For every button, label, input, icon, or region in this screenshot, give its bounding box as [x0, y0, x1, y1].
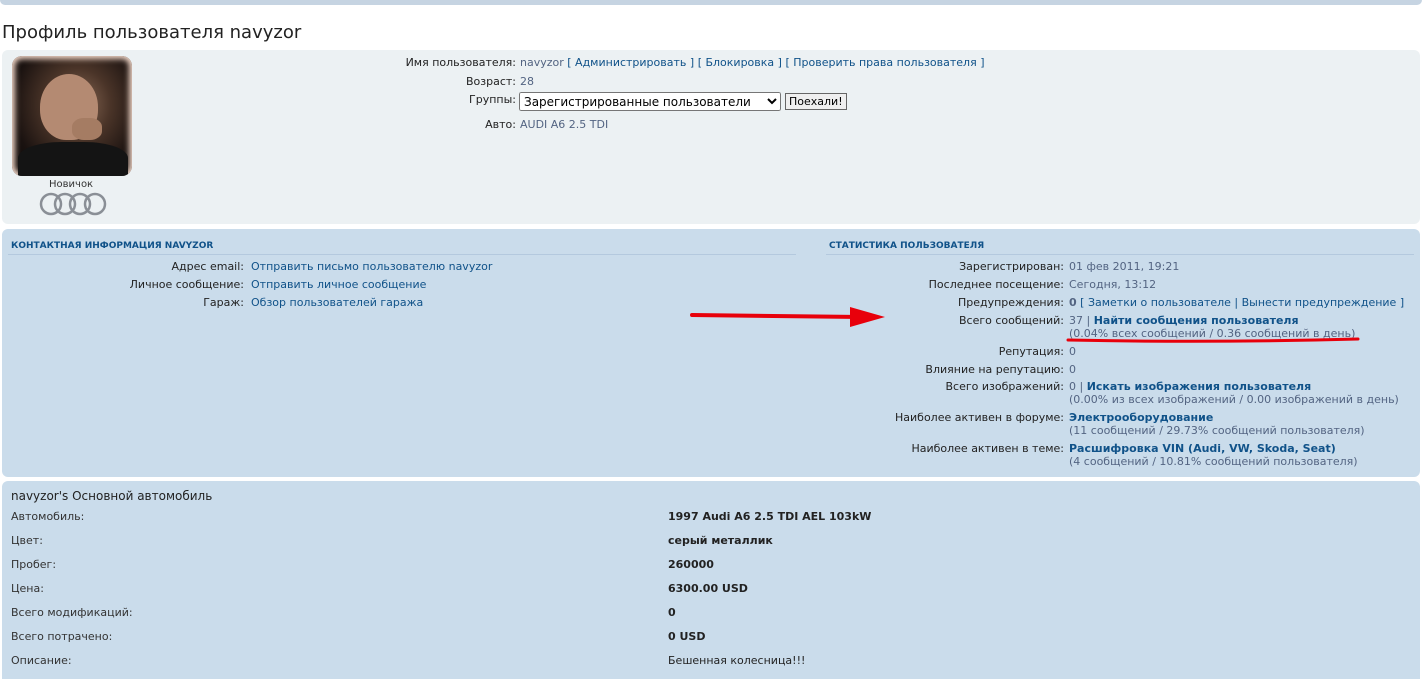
mileage-label: Пробег: [11, 558, 57, 571]
find-posts-link[interactable]: Найти сообщения пользователя [1094, 314, 1299, 327]
audi-rings-icon [39, 192, 107, 216]
go-button[interactable]: Поехали! [785, 93, 847, 110]
age-label: Возраст: [465, 75, 516, 88]
posts-count: 37 [1069, 314, 1083, 327]
car-label: Авто: [485, 118, 516, 131]
rep-influence-value: 0 [1069, 363, 1076, 376]
admin-link[interactable]: [ Администрировать ] [567, 56, 694, 69]
description-value: Бешенная колесница!!! [668, 654, 806, 667]
car-value: AUDI A6 2.5 TDI [520, 118, 609, 131]
warnings-label: Предупреждения: [957, 296, 1064, 309]
active-forum-sub: (11 сообщений / 29.73% сообщений пользов… [1069, 424, 1365, 437]
age-value: 28 [520, 75, 534, 88]
username-value: navyzor [520, 56, 564, 69]
registered-value: 01 фев 2011, 19:21 [1069, 260, 1180, 273]
last-visit-value: Сегодня, 13:12 [1069, 278, 1157, 291]
color-label: Цвет: [11, 534, 43, 547]
warnings-links[interactable]: [ Заметки о пользователе | Вынести преду… [1080, 296, 1404, 309]
garage-link[interactable]: Обзор пользователей гаража [251, 296, 423, 309]
find-images-link[interactable]: Искать изображения пользователя [1087, 380, 1311, 393]
mileage-value: 260000 [668, 558, 714, 571]
registered-label: Зарегистрирован: [959, 260, 1064, 273]
info-panel: КОНТАКТНАЯ ИНФОРМАЦИЯ NAVYZOR СТАТИСТИКА… [2, 229, 1420, 477]
avatar [12, 56, 132, 176]
active-topic-link[interactable]: Расшифровка VIN (Audi, VW, Skoda, Seat) [1069, 442, 1336, 455]
description-label: Описание: [11, 654, 72, 667]
groups-select[interactable]: Зарегистрированные пользователи [519, 92, 781, 111]
groups-label: Группы: [469, 93, 516, 106]
email-label: Адрес email: [171, 260, 244, 273]
posts-label: Всего сообщений: [959, 314, 1064, 327]
images-label: Всего изображений: [945, 380, 1064, 393]
rank-title: Новичок [49, 179, 94, 190]
warnings-count: 0 [1069, 296, 1077, 309]
spent-value: 0 USD [668, 630, 706, 643]
reputation-value: 0 [1069, 345, 1076, 358]
profile-panel: Новичок Имя пользователя: navyzor [ Адми… [2, 50, 1420, 224]
vehicle-value: 1997 Audi A6 2.5 TDI AEL 103kW [668, 510, 872, 523]
username-label: Имя пользователя: [405, 56, 516, 69]
images-sub: (0.00% из всех изображений / 0.00 изобра… [1069, 393, 1399, 406]
posts-sub: (0.04% всех сообщений / 0.36 сообщений в… [1069, 327, 1356, 340]
mods-value: 0 [668, 606, 676, 619]
page-title: Профиль пользователя navyzor [2, 22, 302, 43]
check-permissions-link[interactable]: [ Проверить права пользователя ] [785, 56, 984, 69]
ban-link[interactable]: [ Блокировка ] [698, 56, 782, 69]
active-forum-link[interactable]: Электрооборудование [1069, 411, 1213, 424]
stats-heading: СТАТИСТИКА ПОЛЬЗОВАТЕЛЯ [829, 241, 985, 251]
color-value: серый металлик [668, 534, 773, 547]
reputation-label: Репутация: [998, 345, 1064, 358]
vehicle-panel: navyzor's Основной автомобиль Автомобиль… [2, 481, 1420, 679]
top-bar [0, 0, 1422, 5]
garage-label: Гараж: [203, 296, 244, 309]
spent-label: Всего потрачено: [11, 630, 113, 643]
contact-heading: КОНТАКТНАЯ ИНФОРМАЦИЯ NAVYZOR [11, 241, 214, 251]
images-row: 0 | Искать изображения пользователя [1069, 380, 1312, 393]
vehicle-label: Автомобиль: [11, 510, 85, 523]
mods-label: Всего модификаций: [11, 606, 133, 619]
active-topic-sub: (4 сообщений / 10.81% сообщений пользова… [1069, 455, 1358, 468]
send-email-link[interactable]: Отправить письмо пользователю navyzor [251, 260, 492, 273]
pm-label: Личное сообщение: [129, 278, 244, 291]
price-label: Цена: [11, 582, 44, 595]
active-forum-label: Наиболее активен в форуме: [895, 411, 1064, 424]
send-pm-link[interactable]: Отправить личное сообщение [251, 278, 426, 291]
warnings-row: 0 [ Заметки о пользователе | Вынести пре… [1069, 296, 1404, 309]
active-topic-label: Наиболее активен в теме: [911, 442, 1064, 455]
last-visit-label: Последнее посещение: [928, 278, 1064, 291]
images-count: 0 [1069, 380, 1076, 393]
price-value: 6300.00 USD [668, 582, 748, 595]
posts-row: 37 | Найти сообщения пользователя [1069, 314, 1299, 327]
username-row: navyzor [ Администрировать ] [ Блокировк… [520, 56, 984, 69]
vehicle-title: navyzor's Основной автомобиль [11, 489, 213, 503]
rep-influence-label: Влияние на репутацию: [925, 363, 1064, 376]
